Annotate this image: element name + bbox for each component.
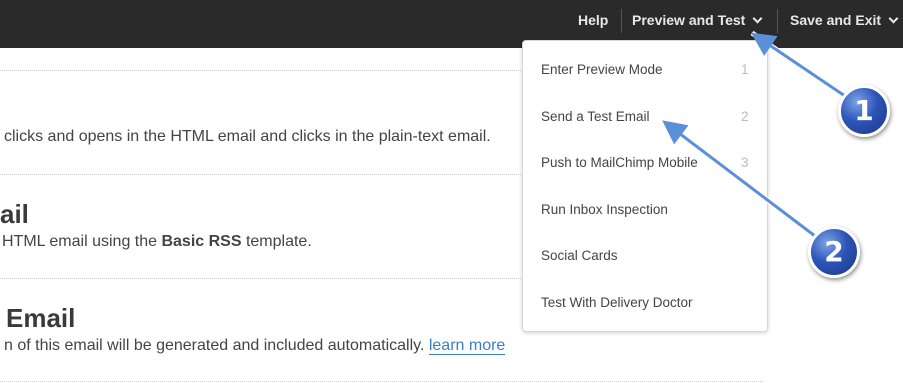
menu-item-shortcut-number: 3 [741, 155, 749, 170]
save-and-exit-menu-button[interactable]: Save and Exit [790, 0, 899, 40]
nav-divider [621, 9, 622, 33]
learn-more-link[interactable]: learn more [428, 337, 506, 355]
preview-and-test-menu-button[interactable]: Preview and Test [632, 0, 763, 40]
preview-and-test-label: Preview and Test [632, 12, 746, 28]
menu-item-label: Run Inbox Inspection [541, 202, 668, 217]
menu-item-label: Test With Delivery Doctor [541, 295, 693, 310]
section-heading-plain-text-email: Email [6, 303, 76, 333]
menu-item-label: Send a Test Email [541, 109, 650, 124]
chevron-down-icon [752, 13, 763, 24]
template-description-suffix: template. [241, 233, 312, 250]
save-and-exit-label: Save and Exit [790, 12, 882, 28]
top-navigation-bar: Help Preview and Test Save and Exit [0, 0, 903, 48]
menu-item-shortcut-number: 2 [741, 109, 749, 124]
help-link[interactable]: Help [578, 0, 608, 40]
plain-text-description: n of this email will be generated and in… [4, 337, 506, 355]
nav-divider [777, 9, 778, 33]
menu-item-social-cards[interactable]: Social Cards [523, 233, 767, 279]
section-heading-email: ail [0, 199, 29, 229]
menu-item-label: Push to MailChimp Mobile [541, 155, 698, 170]
menu-item-label: Enter Preview Mode [541, 62, 663, 77]
menu-item-enter-preview-mode[interactable]: Enter Preview Mode 1 [523, 47, 767, 93]
template-name: Basic RSS [161, 233, 242, 250]
annotation-badge-1: 1 [838, 85, 890, 137]
menu-item-run-inbox-inspection[interactable]: Run Inbox Inspection [523, 187, 767, 233]
menu-item-send-test-email[interactable]: Send a Test Email 2 [523, 94, 767, 140]
template-description-prefix: HTML email using the [2, 233, 162, 250]
tracking-description: clicks and opens in the HTML email and c… [4, 128, 491, 145]
menu-item-test-with-delivery-doctor[interactable]: Test With Delivery Doctor [523, 280, 767, 326]
annotation-badge-2: 2 [808, 226, 860, 278]
menu-item-label: Social Cards [541, 248, 618, 263]
plain-text-description-text: n of this email will be generated and in… [4, 337, 429, 354]
template-description: HTML email using the Basic RSS template. [2, 233, 312, 251]
preview-and-test-dropdown: Enter Preview Mode 1 Send a Test Email 2… [522, 40, 768, 332]
menu-item-push-to-mailchimp-mobile[interactable]: Push to MailChimp Mobile 3 [523, 140, 767, 186]
chevron-down-icon [888, 13, 899, 24]
menu-item-shortcut-number: 1 [741, 62, 749, 77]
section-divider [0, 381, 763, 382]
